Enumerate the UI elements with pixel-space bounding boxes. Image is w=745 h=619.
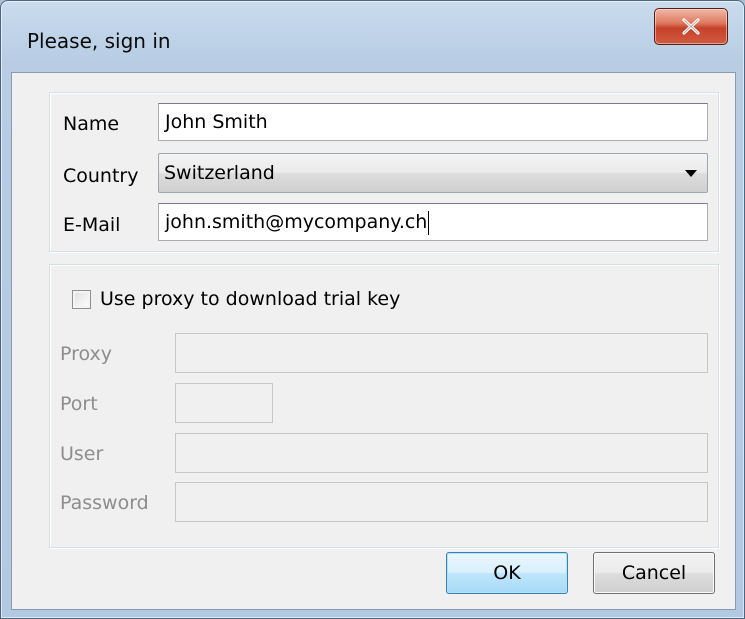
use-proxy-label[interactable]: Use proxy to download trial key — [100, 288, 400, 310]
close-icon — [682, 18, 700, 35]
user-input[interactable] — [175, 433, 708, 473]
window-title: Please, sign in — [27, 29, 171, 53]
country-label: Country — [63, 165, 139, 187]
cancel-button[interactable]: Cancel — [593, 552, 715, 594]
country-select-value: Switzerland — [164, 162, 275, 184]
ok-button[interactable]: OK — [446, 552, 568, 594]
close-button[interactable] — [654, 8, 728, 45]
name-input[interactable]: John Smith — [158, 103, 708, 141]
email-input-value: john.smith@mycompany.ch — [165, 211, 428, 233]
chevron-down-icon[interactable] — [685, 170, 697, 177]
sign-in-dialog: Please, sign in Name John Smith Country … — [0, 0, 745, 619]
email-input[interactable]: john.smith@mycompany.ch — [158, 203, 708, 241]
proxy-label: Proxy — [60, 343, 113, 365]
password-label: Password — [60, 492, 149, 514]
proxy-input[interactable] — [175, 333, 708, 373]
name-label: Name — [63, 113, 120, 135]
country-select[interactable]: Switzerland — [158, 153, 708, 193]
port-input[interactable] — [175, 383, 273, 423]
port-label: Port — [60, 393, 98, 415]
email-label: E-Mail — [63, 214, 121, 236]
user-label: User — [60, 443, 104, 465]
use-proxy-checkbox[interactable] — [72, 290, 91, 309]
text-cursor — [428, 210, 430, 235]
title-bar[interactable]: Please, sign in — [1, 1, 744, 79]
dialog-body: Name John Smith Country Switzerland E-Ma… — [11, 72, 736, 610]
password-input[interactable] — [175, 482, 708, 522]
